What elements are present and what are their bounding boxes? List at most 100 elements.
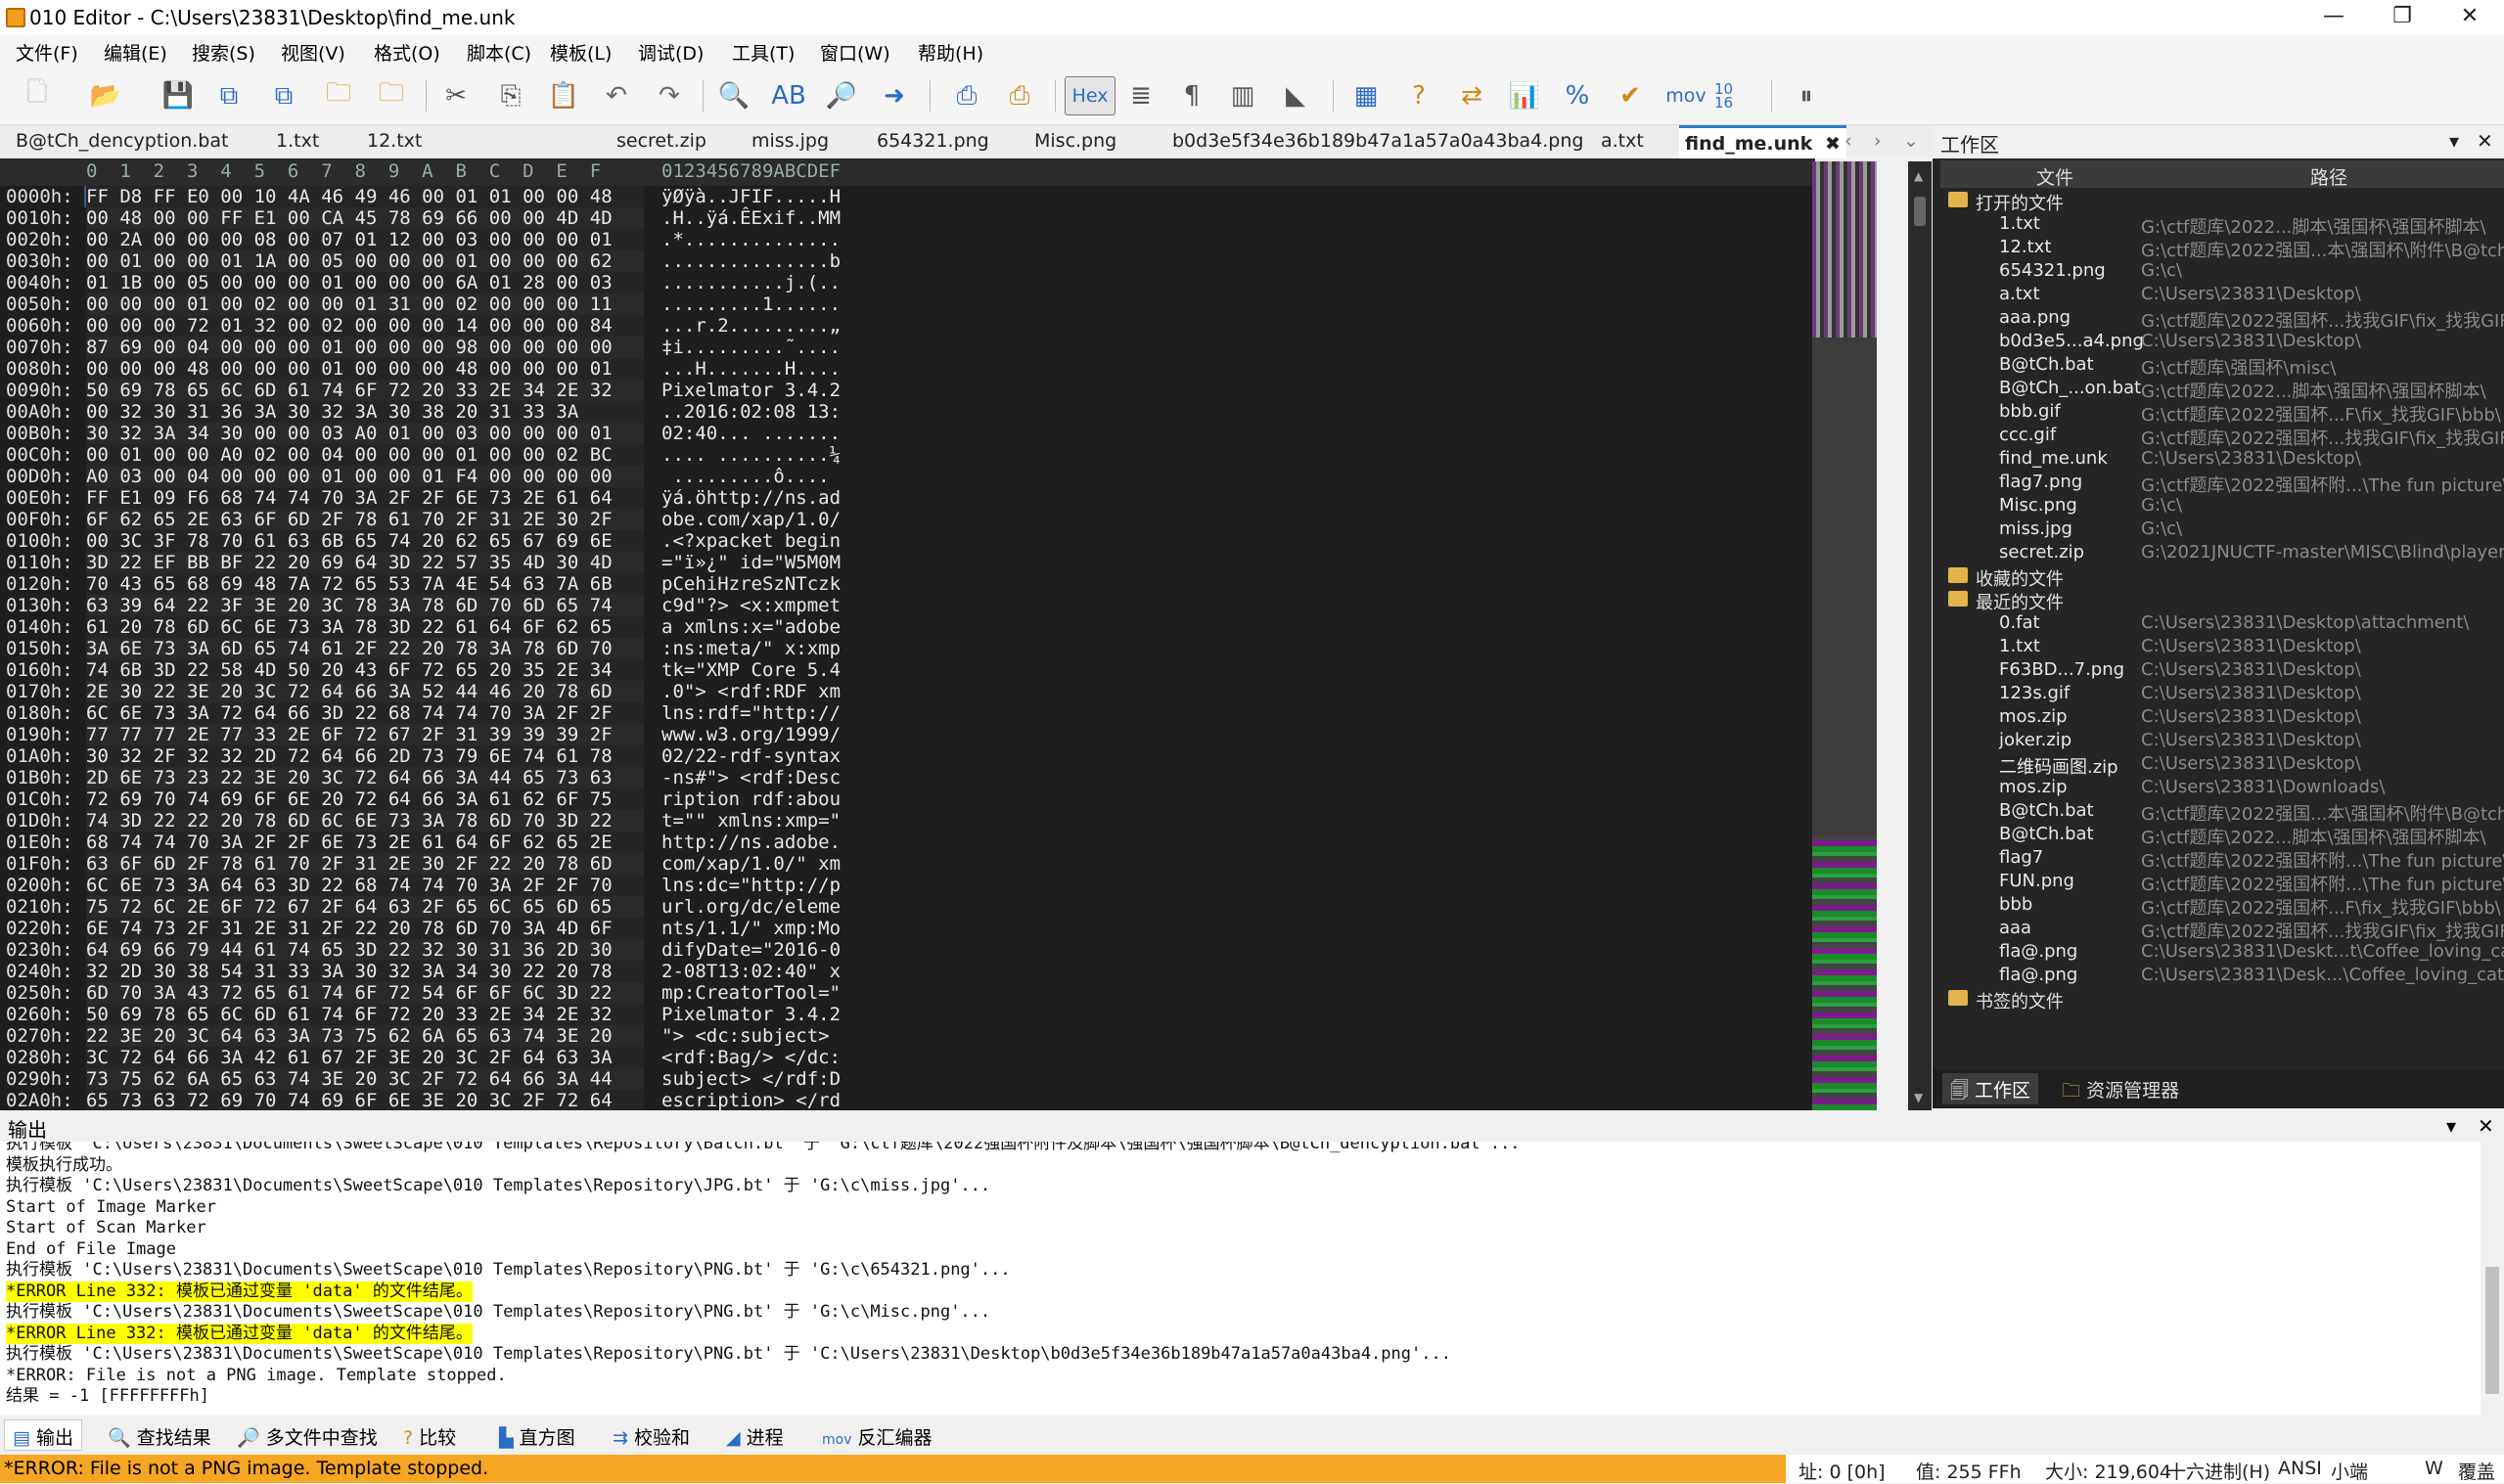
ascii-text[interactable]: c9d"?> <x:xmpmet — [661, 595, 852, 616]
tab-compare[interactable]: ? 比较 — [403, 1423, 456, 1450]
status-w[interactable]: W — [2425, 1458, 2443, 1479]
workspace-file-item[interactable]: 1.txt G:\ctf题库\2022...脚本\强国杯\强国杯脚本\ — [1940, 213, 2504, 238]
find-in-files-icon[interactable]: 🔎 — [822, 76, 861, 115]
open-folder-icon[interactable]: 🗀 — [319, 76, 358, 115]
ascii-text[interactable]: url.org/dc/eleme — [661, 896, 852, 918]
ascii-text[interactable]: ‡i.........˜.... — [661, 337, 852, 358]
ascii-text[interactable]: .........ô.... — [661, 466, 852, 487]
menu-help[interactable]: 帮助(H) — [918, 39, 983, 66]
ascii-text[interactable]: http://ns.adobe. — [661, 832, 852, 853]
menu-tools[interactable]: 工具(T) — [732, 39, 795, 66]
tab-find-in-files[interactable]: 🔎 多文件中查找 — [237, 1423, 378, 1450]
ascii-text[interactable]: ription rdf:abou — [661, 788, 852, 810]
calculator-icon[interactable]: ▦ — [1346, 76, 1386, 115]
hex-bytes[interactable]: 32 2D 30 38 54 31 33 3A 30 32 3A 34 30 2… — [86, 961, 644, 982]
panel-menu-icon[interactable]: ▾ — [2449, 129, 2459, 153]
hex-bytes[interactable]: 30 32 3A 34 30 00 00 03 A0 01 00 03 00 0… — [86, 423, 644, 444]
mov-button[interactable]: mov — [1663, 76, 1708, 115]
tab-process[interactable]: ◢ 进程 — [726, 1423, 784, 1450]
workspace-file-item[interactable]: fla@.png C:\Users\23831\Desk...\Coffee_lo… — [1940, 965, 2504, 988]
tab-a-txt[interactable]: a.txt — [1601, 125, 1644, 158]
hex-bytes[interactable]: 74 3D 22 22 20 78 6D 6C 6E 73 3A 78 6D 7… — [86, 810, 644, 832]
menu-edit[interactable]: 编辑(E) — [104, 39, 167, 66]
inspector-icon[interactable]: ? — [1399, 76, 1438, 115]
menu-window[interactable]: 窗口(W) — [820, 39, 890, 66]
workspace-file-item[interactable]: mos.zip C:\Users\23831\Desktop\ — [1940, 706, 2504, 730]
workspace-icon[interactable]: 🗀 — [372, 76, 411, 115]
workspace-file-item[interactable]: Misc.png G:\c\ — [1940, 495, 2504, 518]
ascii-text[interactable]: .... ..........¼ — [661, 444, 852, 466]
status-overwrite[interactable]: 覆盖 — [2458, 1458, 2495, 1484]
cut-icon[interactable]: ✂ — [436, 76, 476, 115]
hex-bytes[interactable]: 72 69 70 74 69 6F 6E 20 72 64 66 3A 61 6… — [86, 788, 644, 810]
save-icon[interactable]: 💾 — [159, 76, 198, 115]
scroll-up-icon[interactable]: ▲ — [1914, 169, 1926, 183]
menu-file[interactable]: 文件(F) — [16, 39, 78, 66]
ascii-text[interactable]: Pixelmator 3.4.2 — [661, 1004, 852, 1025]
tab-find-me[interactable]: find_me.unk ✖ — [1679, 125, 1846, 158]
hex-bytes[interactable]: 87 69 00 04 00 00 00 01 00 00 00 98 00 0… — [86, 337, 644, 358]
menu-format[interactable]: 格式(O) — [374, 39, 440, 66]
ascii-text[interactable]: difyDate="2016-0 — [661, 939, 852, 961]
hex-bytes[interactable]: 6C 6E 73 3A 72 64 66 3D 22 68 74 74 70 3… — [86, 702, 644, 724]
redo-icon[interactable]: ↷ — [650, 76, 689, 115]
workspace-file-item[interactable]: flag7 G:\ctf题库\2022强国杯附...\The fun pictur… — [1940, 847, 2504, 872]
workspace-file-item[interactable]: B@tCh.bat G:\ctf题库\2022强国...本\强国杯\附件\B@tc… — [1940, 800, 2504, 825]
hex-bytes[interactable]: 30 32 2F 32 32 2D 72 64 66 2D 73 79 6E 7… — [86, 745, 644, 767]
paste-icon[interactable]: 📋 — [544, 76, 583, 115]
workspace-file-item[interactable]: joker.zip C:\Users\23831\Desktop\ — [1940, 730, 2504, 753]
tab-secret-zip[interactable]: secret.zip — [616, 125, 706, 158]
hex-bytes[interactable]: 00 00 00 72 01 32 00 02 00 00 00 14 00 0… — [86, 315, 644, 337]
checksum-icon[interactable]: ✔ — [1611, 76, 1650, 115]
menu-search[interactable]: 搜索(S) — [192, 39, 255, 66]
base-convert-icon[interactable]: 10 16 — [1714, 76, 1753, 115]
hex-bytes[interactable]: 00 00 00 01 00 02 00 00 01 31 00 02 00 0… — [86, 293, 644, 315]
compare-icon[interactable]: ⇄ — [1452, 76, 1491, 115]
workspace-file-item[interactable]: mos.zip C:\Users\23831\Downloads\ — [1940, 777, 2504, 800]
hex-editor[interactable]: 0000h: FF D8 FF E0 00 10 4A 46 49 46 00 0… — [0, 186, 1815, 1110]
hex-bytes[interactable]: 00 01 00 00 01 1A 00 05 00 00 00 01 00 0… — [86, 250, 644, 272]
ascii-text[interactable]: .0"> <rdf:RDF xm — [661, 681, 852, 702]
output-scroll-thumb[interactable] — [2485, 1267, 2499, 1394]
hex-bytes[interactable]: 6C 6E 73 3A 64 63 3D 22 68 74 74 70 3A 2… — [86, 875, 644, 896]
tab-scroll-right-icon[interactable]: › — [1874, 125, 1882, 158]
hex-bytes[interactable]: 65 73 63 72 69 70 74 69 6F 6E 3E 20 3C 2… — [86, 1090, 644, 1110]
workspace-file-item[interactable]: miss.jpg G:\c\ — [1940, 518, 2504, 542]
ascii-text[interactable]: obe.com/xap/1.0/ — [661, 509, 852, 530]
ascii-text[interactable]: www.w3.org/1999/ — [661, 724, 852, 745]
hex-bytes[interactable]: 3A 6E 73 3A 6D 65 74 61 2F 22 20 78 3A 7… — [86, 638, 644, 659]
tab-1-txt[interactable]: 1.txt — [276, 125, 319, 158]
undo-icon[interactable]: ↶ — [597, 76, 636, 115]
copy-icon[interactable]: ⎘ — [491, 76, 530, 115]
status-size[interactable]: 大小: 219,604 — [2045, 1458, 2171, 1484]
status-mode[interactable]: 十六进制(H) — [2167, 1458, 2270, 1484]
close-window-button[interactable]: ✕ — [2436, 0, 2504, 35]
hex-bytes[interactable]: 77 77 77 2E 77 33 2E 6F 72 67 2F 31 39 3… — [86, 724, 644, 745]
file-minimap[interactable] — [1812, 161, 1877, 1110]
hex-bytes[interactable]: 00 32 30 31 36 3A 30 32 3A 30 38 20 31 3… — [86, 401, 644, 423]
maximize-button[interactable]: ❐ — [2368, 0, 2436, 35]
edit-as-icon[interactable]: ≣ — [1121, 76, 1161, 115]
ascii-text[interactable]: ...............b — [661, 250, 852, 272]
workspace-file-item[interactable]: ccc.gif G:\ctf题库\2022强国杯...找我GIF\fix_找我GI… — [1940, 425, 2504, 449]
menu-view[interactable]: 视图(V) — [281, 39, 345, 66]
workspace-file-item[interactable]: find_me.unk C:\Users\23831\Desktop\ — [1940, 448, 2504, 472]
hex-bytes[interactable]: 75 72 6C 2E 6F 72 67 2F 64 63 2F 65 6C 6… — [86, 896, 644, 918]
workspace-file-item[interactable]: 12.txt G:\ctf题库\2022强国...本\强国杯\附件\B@tch\ — [1940, 237, 2504, 261]
status-value[interactable]: 值: 255 FFh — [1916, 1458, 2022, 1484]
hex-bytes[interactable]: 68 74 74 70 3A 2F 2F 6E 73 2E 61 64 6F 6… — [86, 832, 644, 853]
hex-mode-button[interactable]: Hex — [1065, 76, 1115, 115]
hex-bytes[interactable]: 63 6F 6D 2F 78 61 70 2F 31 2E 30 2F 22 2… — [86, 853, 644, 875]
hex-bytes[interactable]: 63 39 64 22 3F 3E 20 3C 78 3A 78 6D 70 6… — [86, 595, 644, 616]
ascii-text[interactable]: t="" xmlns:xmp=" — [661, 810, 852, 832]
ascii-text[interactable]: .........1...... — [661, 293, 852, 315]
ascii-text[interactable]: lns:rdf="http:// — [661, 702, 852, 724]
tab-checksum[interactable]: ⇉ 校验和 — [613, 1423, 690, 1450]
workspace-file-item[interactable]: 0.fat C:\Users\23831\Desktop\attachment\ — [1940, 612, 2504, 636]
workspace-file-item[interactable]: b0d3e5...a4.png C:\Users\23831\Desktop\ — [1940, 331, 2504, 354]
hex-bytes[interactable]: 2D 6E 73 23 22 3E 20 3C 72 64 66 3A 44 6… — [86, 767, 644, 788]
col-path[interactable]: 路径 — [2310, 163, 2347, 190]
workspace-file-item[interactable]: fla@.png C:\Users\23831\Deskt...t\Coffee_… — [1940, 941, 2504, 965]
minimize-button[interactable]: — — [2299, 0, 2368, 35]
new-file-icon[interactable]: 🗋 — [18, 76, 57, 115]
